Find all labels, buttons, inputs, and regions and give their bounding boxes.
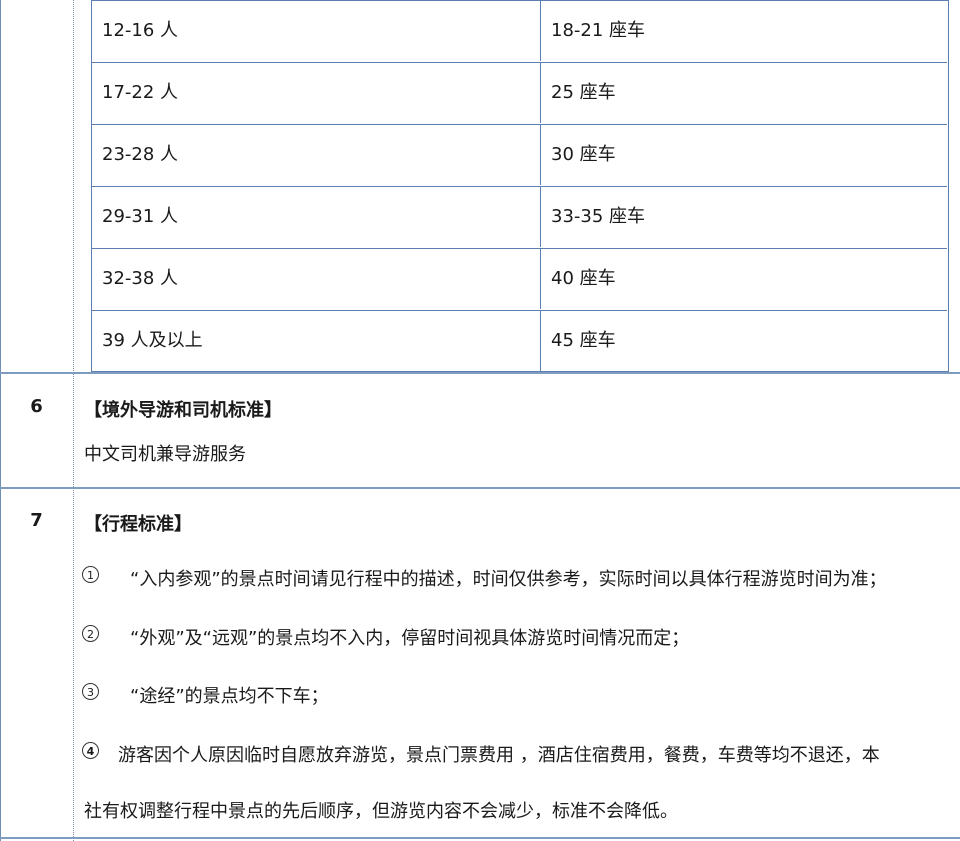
vehicle-table: 12-16 人 18-21 座车 17-22 人 25 座车 23-28 人 3… [91, 0, 949, 372]
section-number: 7 [30, 510, 43, 531]
vehicle-cell: 33-35 座车 [551, 206, 646, 227]
vehicle-cell: 45 座车 [551, 330, 616, 351]
list-item: “入内参观”的景点时间请见行程中的描述，时间仅供参考，实际时间以具体行程游览时间… [130, 569, 887, 590]
table-left-border [0, 0, 1, 841]
section-text: 中文司机兼导游服务 [84, 444, 246, 465]
circled-number-marker: 2 [82, 625, 99, 642]
section-number: 6 [30, 396, 43, 417]
circled-number-marker: 3 [82, 683, 99, 700]
vehicle-cell: 18-21 座车 [551, 20, 646, 41]
vehicle-cell: 25 座车 [551, 82, 616, 103]
table-row: 39 人及以上 45 座车 [92, 311, 947, 373]
table-row: 23-28 人 30 座车 [92, 125, 947, 187]
vehicle-cell: 30 座车 [551, 144, 616, 165]
section-title: 【行程标准】 [84, 514, 192, 535]
table-row: 17-22 人 25 座车 [92, 63, 947, 125]
row-divider [0, 487, 960, 489]
people-cell: 23-28 人 [92, 125, 541, 185]
people-cell: 29-31 人 [92, 187, 541, 247]
people-cell: 17-22 人 [92, 63, 541, 123]
section-title: 【境外导游和司机标准】 [84, 400, 282, 421]
list-item: 游客因个人原因临时自愿放弃游览，景点门票费用 ，酒店住宿费用，餐费，车费等均不退… [118, 745, 880, 766]
column-divider [73, 0, 74, 841]
people-cell: 32-38 人 [92, 249, 541, 309]
vehicle-cell: 40 座车 [551, 268, 616, 289]
list-item: “途经”的景点均不下车； [130, 686, 329, 707]
people-cell: 12-16 人 [92, 1, 541, 61]
list-item: “外观”及“远观”的景点均不入内，停留时间视具体游览时间情况而定； [130, 628, 690, 649]
list-item-continuation: 社有权调整行程中景点的先后顺序，但游览内容不会减少，标准不会降低。 [84, 801, 678, 822]
circled-number-marker: 1 [82, 566, 99, 583]
row-divider [0, 837, 960, 839]
circled-number-marker: 4 [82, 742, 99, 759]
table-row: 32-38 人 40 座车 [92, 249, 947, 311]
table-row: 12-16 人 18-21 座车 [92, 1, 947, 63]
row-divider [0, 372, 960, 374]
people-cell: 39 人及以上 [92, 311, 541, 371]
table-row: 29-31 人 33-35 座车 [92, 187, 947, 249]
